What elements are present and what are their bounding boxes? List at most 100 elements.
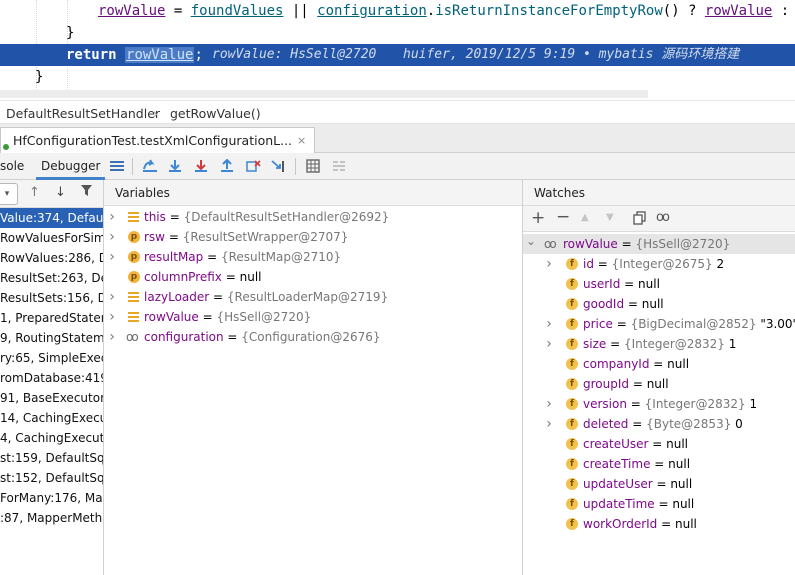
chevron-down-icon[interactable]: ⌄: [526, 231, 536, 251]
code-var-rowvalue[interactable]: rowValue: [705, 3, 772, 19]
variable-row[interactable]: › oo configuration = {Configuration@2676}: [104, 327, 522, 347]
variable-row[interactable]: › lazyLoader = {ResultLoaderMap@2719}: [104, 287, 522, 307]
expand-arrow-icon[interactable]: ›: [544, 334, 554, 354]
filter-icon[interactable]: [80, 184, 93, 201]
frame-item[interactable]: :87, MapperMethod: [0, 508, 103, 528]
frame-item[interactable]: 1, PreparedStatementHandler: [0, 308, 103, 328]
move-up-icon[interactable]: ▲: [581, 212, 589, 223]
frame-item[interactable]: 4, CachingExecutor: [0, 428, 103, 448]
toolbar-separator: [132, 158, 133, 175]
drop-frame-icon[interactable]: [244, 157, 262, 175]
watch-field-row[interactable]: f createUser = null: [523, 434, 795, 454]
watch-field-row[interactable]: › f version = {Integer@2832} 1: [523, 394, 795, 414]
watch-field-row[interactable]: f workOrderId = null: [523, 514, 795, 534]
watch-field-row[interactable]: f updateUser = null: [523, 474, 795, 494]
variable-name: columnPrefix: [144, 270, 222, 284]
add-watch-icon[interactable]: +: [531, 208, 545, 228]
watches-tree: ⌄ oo rowValue = {HsSell@2720} › f id = {Integ…: [523, 232, 795, 534]
code-var-rowvalue[interactable]: rowValue: [98, 3, 165, 19]
variable-row[interactable]: › this = {DefaultResultSetHandler@2692}: [104, 207, 522, 227]
evaluate-expression-icon[interactable]: [304, 157, 322, 175]
expand-arrow-icon[interactable]: ›: [544, 394, 554, 414]
arrow-down-icon[interactable]: ↓: [55, 185, 66, 200]
expand-arrow-icon[interactable]: ›: [107, 287, 117, 307]
arrow-up-icon[interactable]: ↑: [29, 185, 40, 200]
code-line-return-current[interactable]: return rowValue; rowValue: HsSell@2720 h…: [0, 44, 795, 66]
frame-item[interactable]: ResultSets:156, DefaultResultSetHandler: [0, 288, 103, 308]
code-line-assign[interactable]: rowValue = foundValues || configuration.…: [0, 0, 795, 22]
variable-type: {ResultMap@2710}: [220, 250, 342, 264]
frame-item[interactable]: st:159, DefaultSqlSession: [0, 448, 103, 468]
field-icon: f: [566, 398, 578, 410]
variable-row[interactable]: › rowValue = {HsSell@2720}: [104, 307, 522, 327]
watch-field-row[interactable]: f userId = null: [523, 274, 795, 294]
git-blame-annotation[interactable]: huifer, 2019/12/5 9:19 • mybatis 源码环境搭建: [403, 44, 739, 66]
watch-field-row[interactable]: f createTime = null: [523, 454, 795, 474]
code-method-call[interactable]: isReturnInstanceForEmptyRow: [435, 3, 663, 19]
close-tab-icon[interactable]: ×: [297, 134, 306, 147]
step-out-icon[interactable]: [218, 157, 236, 175]
frame-item[interactable]: ResultSet:263, DefaultResultSetHandler: [0, 268, 103, 288]
watch-field-row[interactable]: f groupId = null: [523, 374, 795, 394]
move-down-icon[interactable]: ▼: [606, 212, 614, 223]
show-watches-in-variables-icon[interactable]: oo: [656, 210, 670, 225]
breadcrumb: DefaultResultSetHandler › getRowValue(): [0, 100, 795, 124]
trace-stream-icon[interactable]: [330, 157, 348, 175]
code-line-brace: }: [0, 66, 795, 88]
watch-field-row[interactable]: › f size = {Integer@2832} 1: [523, 334, 795, 354]
field-name: workOrderId: [583, 517, 658, 531]
thread-selector[interactable]: ▾: [0, 183, 18, 205]
variable-text: resultMap = {ResultMap@2710}: [144, 247, 341, 267]
debug-session-tab[interactable]: HfConfigurationTest.testXmlConfiguration…: [0, 127, 316, 153]
field-equals: =: [628, 417, 647, 431]
layout-menu-icon[interactable]: [108, 157, 126, 175]
watch-field-row[interactable]: › f deleted = {Byte@2853} 0: [523, 414, 795, 434]
show-execution-point-icon[interactable]: [141, 157, 159, 175]
breadcrumb-method[interactable]: getRowValue(): [170, 106, 261, 121]
expand-arrow-icon[interactable]: ›: [107, 247, 117, 267]
remove-watch-icon[interactable]: −: [556, 207, 570, 227]
variable-row[interactable]: › p rsw = {ResultSetWrapper@2707}: [104, 227, 522, 247]
frame-item[interactable]: 9, RoutingStatementHandler: [0, 328, 103, 348]
code-var-configuration[interactable]: configuration: [317, 3, 427, 19]
expand-arrow-icon[interactable]: ›: [544, 314, 554, 334]
code-var-rowvalue[interactable]: rowValue: [125, 47, 195, 63]
frame-item[interactable]: RowValuesForSimpleResultMap: [0, 228, 103, 248]
watch-field-row[interactable]: › f price = {BigDecimal@2852} "3.00": [523, 314, 795, 334]
breadcrumb-class[interactable]: DefaultResultSetHandler: [6, 106, 160, 121]
step-into-icon[interactable]: [192, 157, 210, 175]
tab-console[interactable]: sole: [0, 153, 24, 180]
field-value: null: [666, 437, 689, 451]
expand-arrow-icon[interactable]: ›: [107, 327, 117, 347]
frame-item[interactable]: st:152, DefaultSqlSession: [0, 468, 103, 488]
watch-item-rowvalue[interactable]: ⌄ oo rowValue = {HsSell@2720}: [523, 234, 795, 254]
watch-field-row[interactable]: f goodId = null: [523, 294, 795, 314]
field-equals: =: [650, 457, 669, 471]
expand-arrow-icon[interactable]: ›: [544, 254, 554, 274]
variable-row[interactable]: p columnPrefix = null: [104, 267, 522, 287]
frame-item[interactable]: Value:374, DefaultResultSetHandler: [0, 208, 103, 228]
code-editor[interactable]: rowValue = foundValues || configuration.…: [0, 0, 795, 92]
duplicate-watch-icon[interactable]: [633, 211, 646, 229]
expand-arrow-icon[interactable]: ›: [107, 227, 117, 247]
code-operator: () ?: [662, 3, 705, 19]
frame-item[interactable]: 14, CachingExecutor: [0, 408, 103, 428]
step-over-icon[interactable]: [166, 157, 184, 175]
running-indicator-icon: [3, 144, 9, 150]
expand-arrow-icon[interactable]: ›: [544, 414, 554, 434]
frame-item[interactable]: 91, BaseExecutor: [0, 388, 103, 408]
watch-field-row[interactable]: f updateTime = null: [523, 494, 795, 514]
frame-item[interactable]: ry:65, SimpleExecutor: [0, 348, 103, 368]
tab-debugger[interactable]: Debugger: [36, 153, 106, 180]
watch-field-row[interactable]: f companyId = null: [523, 354, 795, 374]
frame-item[interactable]: ForMany:176, MapperMethod: [0, 488, 103, 508]
code-var-foundvalues[interactable]: foundValues: [191, 3, 284, 19]
expand-arrow-icon[interactable]: ›: [107, 207, 117, 227]
run-to-cursor-icon[interactable]: [270, 157, 288, 175]
expand-arrow-icon[interactable]: ›: [107, 307, 117, 327]
watch-field-row[interactable]: › f id = {Integer@2675} 2: [523, 254, 795, 274]
editor-horizontal-scrollbar[interactable]: [0, 90, 648, 98]
frame-item[interactable]: romDatabase:419, BaseExecutor: [0, 368, 103, 388]
variable-row[interactable]: › p resultMap = {ResultMap@2710}: [104, 247, 522, 267]
frame-item[interactable]: RowValues:286, DefaultResultSetHandler: [0, 248, 103, 268]
